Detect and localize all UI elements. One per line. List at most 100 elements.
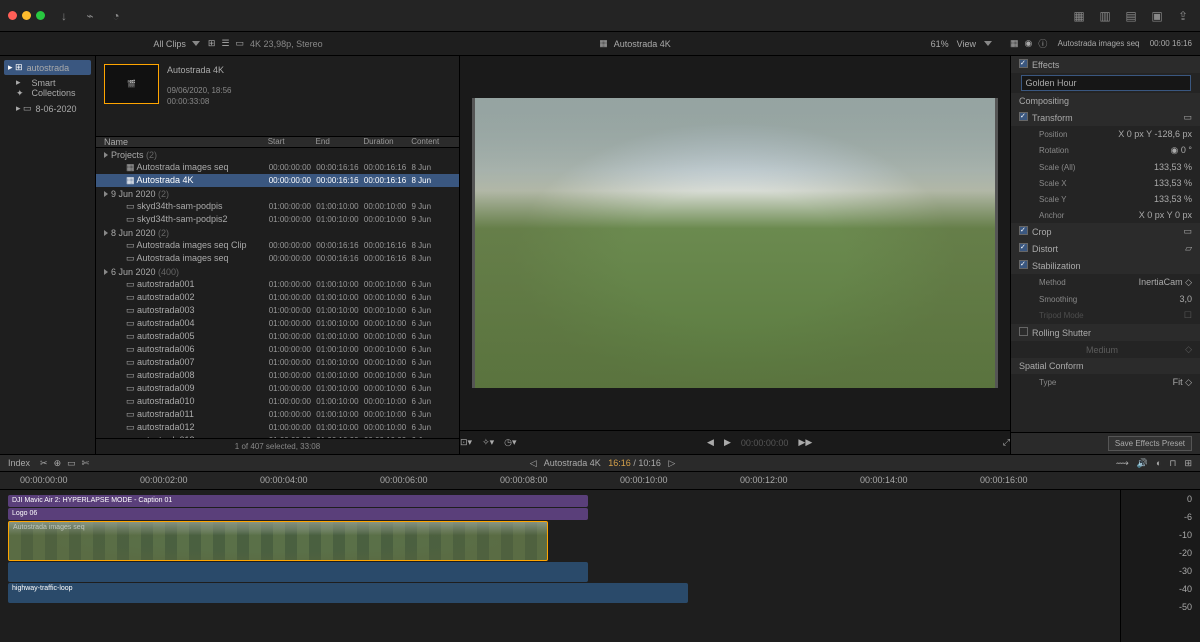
col-end[interactable]: End [316,137,364,147]
timeline-tracks[interactable]: DJI Mavic Air 2: HYPERLAPSE MODE - Capti… [0,490,1120,642]
smoothing-value[interactable]: 3,0 [1179,294,1192,304]
rotation-value[interactable]: 0 ° [1181,145,1192,155]
list-icon[interactable]: ☰ [221,38,229,49]
crop-section[interactable]: Crop [1032,227,1052,237]
list-row[interactable]: ▭ autostrada00401:00:00:0001:00:10:0000:… [96,317,459,330]
list-row[interactable]: ▭ autostrada00801:00:00:0001:00:10:0000:… [96,369,459,382]
list-row[interactable]: ▭ autostrada01201:00:00:0001:00:10:0000:… [96,421,459,434]
list-row[interactable]: ▭ autostrada00901:00:00:0001:00:10:0000:… [96,382,459,395]
clip-thumbnail[interactable]: 🎬 [104,64,159,104]
library-item-date[interactable]: ▸ ▭ 8-06-2020 [4,101,91,116]
library-item-smart[interactable]: ▸ ✦ Smart Collections [4,75,91,101]
col-content[interactable]: Content [411,137,459,147]
compositing-section[interactable]: Compositing [1019,96,1069,106]
list-row[interactable]: 8 Jun 2020 (2) [96,226,459,239]
inspector-toggle-icon[interactable]: ▣ [1148,7,1166,25]
timeline-ruler[interactable]: 00:00:00:0000:00:02:0000:00:04:0000:00:0… [0,472,1200,490]
library-toggle-icon[interactable]: ▦ [1070,7,1088,25]
import-icon[interactable]: ↓ [55,7,73,25]
library-item-autostrada[interactable]: ▸ ⊞ autostrada [4,60,91,75]
reset-icon[interactable]: ▭ [1183,226,1192,237]
range-icon[interactable]: ▭ [67,458,76,469]
tl-next-icon[interactable]: ▷ [668,458,675,468]
snap-icon[interactable]: ⊓ [1169,458,1176,469]
list-row[interactable]: 6 Jun 2020 (400) [96,265,459,278]
tl-view-icon[interactable]: ⊞ [1184,458,1192,469]
view-menu[interactable]: View [957,39,976,49]
col-name[interactable]: Name [96,137,268,147]
timeline-clip[interactable]: highway-traffic-loop [8,583,688,603]
list-row[interactable]: ▭ skyd34th-sam-podpis01:00:00:0001:00:10… [96,200,459,213]
list-row[interactable]: ▦ Autostrada 4K00:00:00:0000:00:16:1600:… [96,174,459,187]
type-value[interactable]: Fit [1173,377,1183,387]
scale-icon[interactable]: ⊡▾ [460,437,472,448]
timeline-clip[interactable]: DJI Mavic Air 2: HYPERLAPSE MODE - Capti… [8,495,588,507]
browser-toggle-icon[interactable]: ▥ [1096,7,1114,25]
blade-icon[interactable]: ✄ [82,458,90,469]
pos-y-value[interactable]: -128,6 px [1154,129,1192,139]
scale-x-value[interactable]: 133,53 % [1154,178,1192,188]
effect-name-field[interactable] [1021,75,1191,91]
clip-filter[interactable]: All Clips [153,39,186,49]
minimize-window-icon[interactable] [22,11,31,20]
scale-all-value[interactable]: 133,53 % [1154,162,1192,172]
distort-section[interactable]: Distort [1032,244,1058,254]
stabilization-section[interactable]: Stabilization [1032,261,1081,271]
prev-frame-icon[interactable]: ◀ [707,437,714,448]
list-row[interactable]: ▭ autostrada01001:00:00:0001:00:10:0000:… [96,395,459,408]
video-preview[interactable] [472,98,998,388]
list-row[interactable]: ▦ Autostrada images seq00:00:00:0000:00:… [96,161,459,174]
list-row[interactable]: ▭ autostrada00301:00:00:0001:00:10:0000:… [96,304,459,317]
list-row[interactable]: ▭ Autostrada images seq00:00:00:0000:00:… [96,252,459,265]
list-row[interactable]: ▭ autostrada01101:00:00:0001:00:10:0000:… [96,408,459,421]
list-row[interactable]: ▭ autostrada00701:00:00:0001:00:10:0000:… [96,356,459,369]
anchor-x-value[interactable]: 0 px [1147,210,1164,220]
retime-icon[interactable]: ◷▾ [504,437,516,448]
fullscreen-icon[interactable]: ⤢ [1003,437,1010,448]
index-button[interactable]: Index [8,458,30,468]
method-value[interactable]: InertiaCam [1139,277,1183,287]
close-window-icon[interactable] [8,11,17,20]
list-row[interactable]: ▭ autostrada00501:00:00:0001:00:10:0000:… [96,330,459,343]
transform-section[interactable]: Transform [1032,113,1073,123]
list-row[interactable]: Projects (2) [96,148,459,161]
chevron-down-icon[interactable] [984,41,992,46]
list-row[interactable]: ▭ skyd34th-sam-podpis201:00:00:0001:00:1… [96,213,459,226]
tl-prev-icon[interactable]: ◁ [530,458,537,468]
rotation-dial-icon[interactable]: ◉ [1171,145,1179,155]
next-frame-icon[interactable]: ▶▶ [798,437,812,448]
video-inspector-icon[interactable]: ▦ [1010,38,1019,49]
chevron-down-icon[interactable] [192,41,200,46]
clip-range-icon[interactable]: ▭ [236,38,245,49]
trim-icon[interactable]: ✂ [40,458,48,469]
timeline-clip[interactable]: Logo 06 [8,508,588,520]
timeline-toggle-icon[interactable]: ▤ [1122,7,1140,25]
solo-icon[interactable]: ◐ [1156,458,1161,469]
list-row[interactable]: ▭ autostrada00601:00:00:0001:00:10:0000:… [96,343,459,356]
skimming-icon[interactable]: ⟿ [1116,458,1129,469]
effects-icon[interactable]: ✧▾ [482,437,494,448]
pos-x-value[interactable]: 0 px [1127,129,1144,139]
save-preset-button[interactable]: Save Effects Preset [1108,436,1192,451]
list-row[interactable]: 9 Jun 2020 (2) [96,187,459,200]
timeline-clip[interactable]: Autostrada images seq [8,521,548,561]
tasks-icon[interactable]: ◔ [107,7,125,25]
position-icon[interactable]: ⊕ [54,458,62,469]
share-icon[interactable]: ⇪ [1174,7,1192,25]
info-inspector-icon[interactable]: ⓘ [1038,37,1047,50]
col-duration[interactable]: Duration [363,137,411,147]
reset-icon[interactable]: ▭ [1183,112,1192,123]
zoom-level[interactable]: 61% [931,39,949,49]
play-button[interactable]: ▶ [724,437,731,448]
audio-skim-icon[interactable]: 🔊 [1137,458,1148,469]
list-row[interactable]: ▭ autostrada00201:00:00:0001:00:10:0000:… [96,291,459,304]
keyword-icon[interactable]: ⌁ [81,7,99,25]
rolling-section[interactable]: Rolling Shutter [1032,328,1091,338]
scale-y-value[interactable]: 133,53 % [1154,194,1192,204]
color-inspector-icon[interactable]: ◉ [1025,38,1033,49]
col-start[interactable]: Start [268,137,316,147]
timecode-display[interactable]: 00:00:00:00 [741,438,789,448]
spatial-section[interactable]: Spatial Conform [1019,361,1084,371]
list-row[interactable]: ▭ autostrada00101:00:00:0001:00:10:0000:… [96,278,459,291]
maximize-window-icon[interactable] [36,11,45,20]
